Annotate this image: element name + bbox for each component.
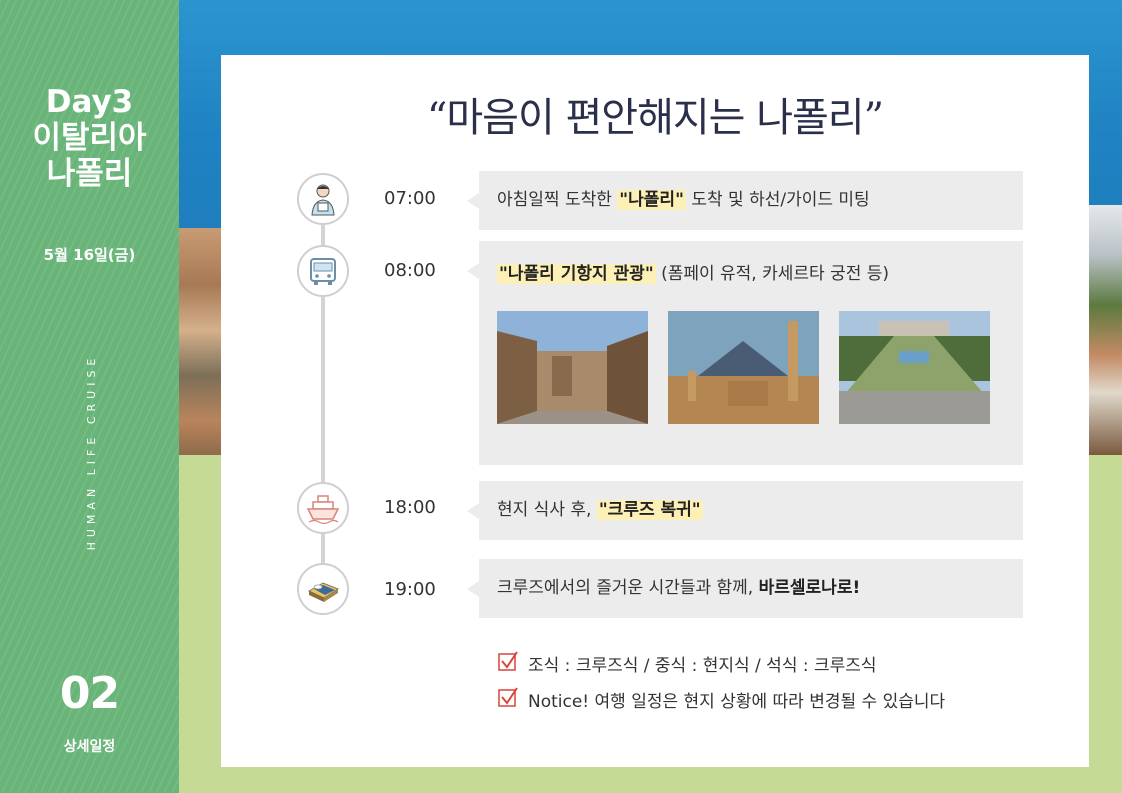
schedule-text-0800: "나폴리 기항지 관광" (폼페이 유적, 카세르타 궁전 등)	[497, 264, 890, 284]
section-label: 상세일정	[63, 739, 116, 755]
timeline-icon-1900	[297, 563, 349, 615]
pompeii-street-photo	[497, 311, 648, 424]
country-label: 이탈리아	[32, 120, 147, 156]
day-label: Day3	[45, 84, 134, 120]
bed-icon	[307, 582, 340, 602]
day-heading: Day3 이탈리아 나폴리	[0, 84, 179, 192]
schedule-box-0800: "나폴리 기항지 관광" (폼페이 유적, 카세르타 궁전 등)	[467, 241, 1023, 465]
itinerary-card: “마음이 편안해지는 나폴리” 07:00 아침일찍 도착한 "나폴리" 도착 …	[221, 55, 1089, 767]
time-0700: 07:00	[384, 188, 436, 209]
date-label: 5월 16일(금)	[43, 246, 136, 264]
schedule-box-1800: 현지 식사 후, "크루즈 복귀"	[467, 481, 1023, 540]
bus-icon	[310, 258, 336, 285]
time-1800: 18:00	[384, 497, 436, 518]
schedule-box-1900: 크루즈에서의 즐거운 시간들과 함께, 바르셀로나로!	[467, 559, 1023, 618]
sidebar: Day3 이탈리아 나폴리 5월 16일(금) HUMAN LIFE CRUIS…	[0, 0, 179, 793]
brand-vertical-text: HUMAN LIFE CRUISE	[85, 353, 98, 551]
page-title: “마음이 편안해지는 나폴리”	[426, 95, 884, 141]
destination-barcelona: 바르셀로나로!	[758, 578, 861, 598]
vesuvius-ruins-photo	[668, 311, 819, 424]
coast-left-photo	[179, 228, 221, 455]
caserta-palace-photo	[839, 311, 990, 424]
cruise-ship-icon	[306, 495, 340, 525]
timeline-icon-0800	[297, 245, 349, 297]
time-1900: 19:00	[384, 579, 436, 600]
guide-person-icon	[311, 184, 335, 216]
highlight-tour: "나폴리 기항지 관광"	[497, 264, 656, 284]
highlight-return: "크루즈 복귀"	[596, 500, 703, 520]
section-number: 02	[59, 668, 120, 719]
red-check-icon	[498, 687, 518, 707]
meals-text: 조식 : 크루즈식 / 중식 : 현지식 / 석식 : 크루즈식	[528, 656, 877, 676]
timeline-icon-0700	[297, 173, 349, 225]
city-label: 나폴리	[46, 156, 133, 192]
notice-text: Notice! 여행 일정은 현지 상황에 따라 변경될 수 있습니다	[528, 692, 946, 712]
schedule-box-0700: 아침일찍 도착한 "나폴리" 도착 및 하선/가이드 미팅	[467, 171, 1023, 230]
coast-right-photo	[1089, 205, 1122, 455]
highlight-naples: "나폴리"	[617, 190, 686, 210]
time-0800: 08:00	[384, 260, 436, 281]
red-check-icon	[498, 651, 518, 671]
timeline-icon-1800	[297, 482, 349, 534]
